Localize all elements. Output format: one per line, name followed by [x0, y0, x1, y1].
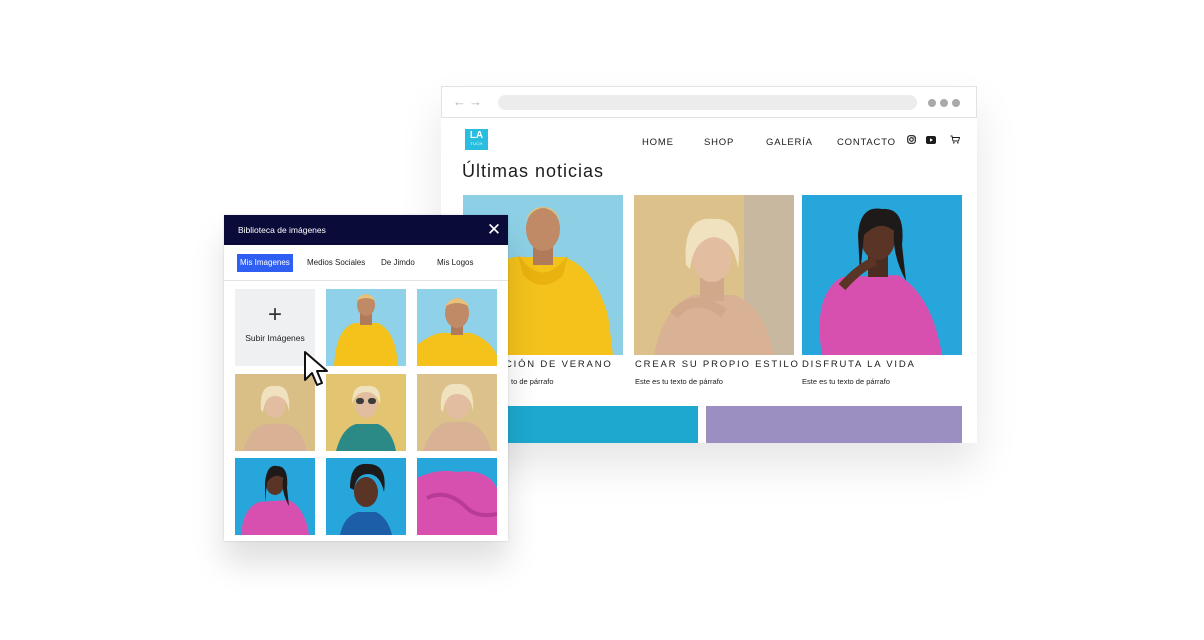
news-card-title-life[interactable]: DISFRUTA LA VIDA	[802, 359, 916, 370]
instagram-icon[interactable]	[907, 135, 916, 144]
mouse-pointer-icon	[304, 351, 328, 386]
library-tabs: Mis Imagenes Medios Sociales De Jimdo Mi…	[224, 245, 508, 281]
news-card-text-life: Este es tu texto de párrafo	[802, 377, 890, 386]
youtube-icon[interactable]	[926, 136, 936, 144]
image-thumbnail[interactable]	[417, 458, 497, 535]
tab-mis-imagenes[interactable]: Mis Imagenes	[237, 254, 293, 272]
upload-label: Subir Imágenes	[245, 333, 305, 343]
close-icon[interactable]: ✕	[486, 221, 502, 238]
nav-shop[interactable]: SHOP	[704, 137, 734, 148]
news-card-text-summer: to de párrafo	[511, 377, 554, 386]
nav-contacto[interactable]: CONTACTO	[837, 137, 896, 148]
image-thumbnail[interactable]	[326, 458, 406, 535]
news-card-image-bottom-right[interactable]	[706, 406, 962, 443]
back-arrow-icon[interactable]: ←	[453, 95, 466, 109]
dialog-header: Biblioteca de imágenes ✕	[224, 215, 508, 245]
browser-toolbar: ← →	[441, 86, 977, 118]
image-thumbnail[interactable]	[326, 374, 406, 451]
news-card-text-style: Este es tu texto de párrafo	[635, 377, 723, 386]
tab-de-jimdo[interactable]: De Jimdo	[381, 254, 415, 272]
address-bar[interactable]	[498, 95, 917, 110]
nav-home[interactable]: HOME	[642, 137, 674, 148]
image-thumbnail[interactable]	[417, 374, 497, 451]
site-logo[interactable]: LA TUCH	[465, 129, 488, 150]
tab-mis-logos[interactable]: Mis Logos	[437, 254, 473, 272]
news-card-title-style[interactable]: CREAR SU PROPIO ESTILO	[635, 359, 800, 370]
cart-icon[interactable]	[950, 135, 960, 144]
news-card-image-style[interactable]	[634, 195, 794, 355]
forward-arrow-icon[interactable]: →	[469, 95, 482, 109]
image-thumbnail[interactable]	[235, 458, 315, 535]
news-card-image-life[interactable]	[802, 195, 962, 355]
section-title: Últimas noticias	[462, 161, 605, 181]
nav-galeria[interactable]: GALERÍA	[766, 137, 813, 148]
news-card-title-summer[interactable]: CIÓN DE VERANO	[505, 359, 613, 370]
browser-window: ← → LA TUCH HOME SHOP GALERÍA CONTACTO Ú…	[441, 86, 977, 443]
image-library-dialog: Biblioteca de imágenes ✕ Mis Imagenes Me…	[224, 215, 508, 541]
dialog-title: Biblioteca de imágenes	[238, 225, 326, 235]
plus-icon: +	[267, 301, 282, 328]
more-options-icon[interactable]	[928, 99, 964, 107]
tab-medios-sociales[interactable]: Medios Sociales	[307, 254, 365, 272]
logo-subtext: TUCH	[470, 141, 483, 146]
logo-text: LA	[469, 130, 484, 141]
website-preview: LA TUCH HOME SHOP GALERÍA CONTACTO Últim…	[441, 118, 977, 443]
image-thumbnail[interactable]	[326, 289, 406, 366]
image-thumbnail[interactable]	[417, 289, 497, 366]
